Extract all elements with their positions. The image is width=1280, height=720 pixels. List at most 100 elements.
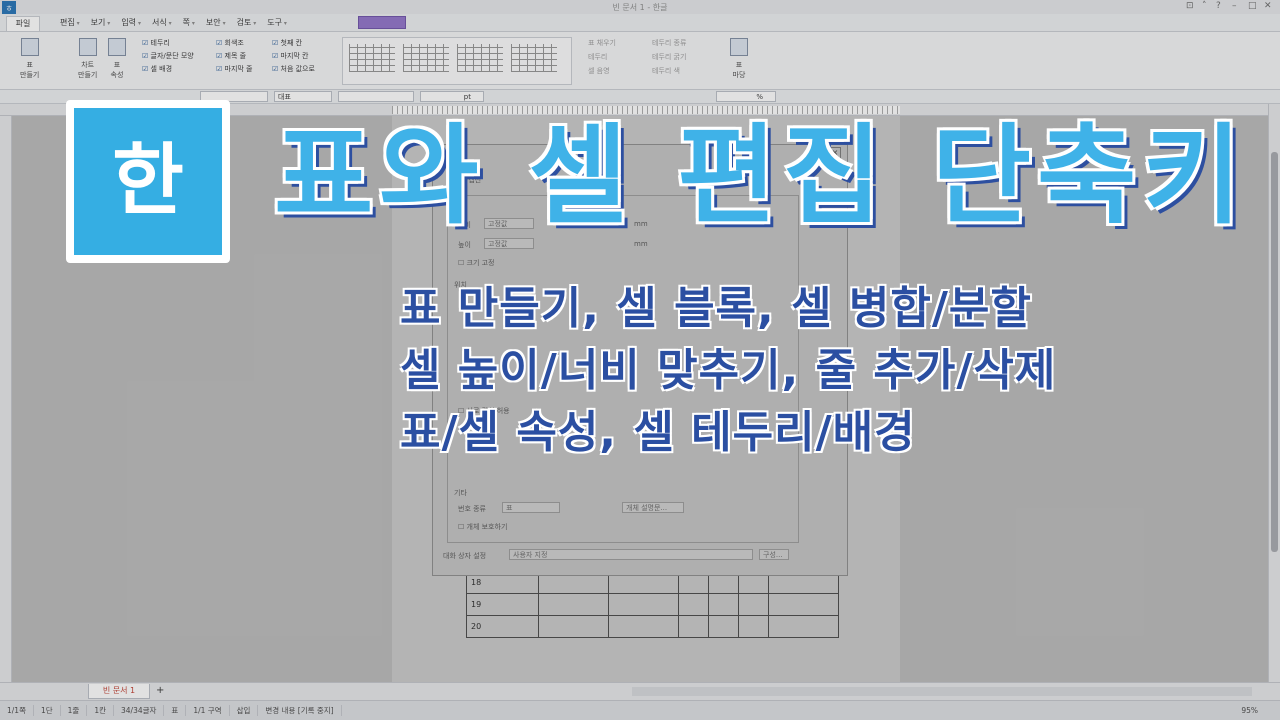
dialog-setting-label: 대화 상자 설정 [443, 552, 487, 560]
menu-items: 편집 보기 입력 서식 쪽 보안 검토 도구 [60, 17, 287, 28]
menu-page[interactable]: 쪽 [183, 17, 195, 28]
protect-object-checkbox[interactable]: 개체 보호하기 [458, 522, 508, 532]
border-button[interactable]: 테두리 [588, 52, 616, 62]
table-wizard-icon [730, 38, 748, 56]
table-context-tab[interactable] [358, 16, 406, 29]
size-fixed-checkbox[interactable]: 크기 고정 [458, 258, 495, 268]
number-type-label: 번호 종류 [458, 505, 486, 513]
window-title: 빈 문서 1 - 한글 [612, 3, 668, 12]
font-size-field[interactable]: pt [420, 91, 484, 102]
document-tab-bar: 빈 문서 1 + [0, 682, 1280, 700]
menu-insert[interactable]: 입력 [121, 17, 141, 28]
reset-style[interactable]: 처음 값으로 [272, 64, 315, 74]
menu-edit[interactable]: 편집 [60, 17, 80, 28]
table-styles-gallery[interactable] [342, 37, 572, 85]
table-row: 19 [466, 593, 839, 616]
status-insert[interactable]: 삽입 [230, 705, 259, 716]
menu-bar: 파일 편집 보기 입력 서식 쪽 보안 검토 도구 [0, 14, 1280, 32]
help-icon[interactable]: ? [1216, 1, 1221, 11]
check-cell-bg[interactable]: 셀 배경 [142, 64, 194, 74]
chart-icon [78, 38, 97, 56]
menu-security[interactable]: 보안 [206, 17, 226, 28]
menu-review[interactable]: 검토 [237, 17, 257, 28]
chart-button[interactable]: 차트 만들기 [78, 38, 97, 80]
zoom-level[interactable]: 95% [1241, 706, 1258, 715]
zoom-field[interactable]: % [716, 91, 776, 102]
status-cell: 1칸 [87, 705, 114, 716]
border-color-button[interactable]: 테두리 색 [652, 66, 686, 76]
table-cell[interactable] [738, 593, 769, 616]
document-tab[interactable]: 빈 문서 1 [88, 684, 150, 699]
check-grayscale[interactable]: 회색조 [216, 38, 253, 48]
table-style-thumb[interactable] [403, 44, 449, 72]
status-section: 1/1 구역 [186, 705, 230, 716]
table-wizard-button[interactable]: 표 마당 [730, 38, 748, 80]
style-name-select[interactable]: 대표 [274, 91, 332, 102]
add-tab-icon[interactable]: + [156, 685, 164, 696]
menu-file[interactable]: 파일 [6, 16, 40, 31]
number-type-select[interactable]: 표 [502, 502, 560, 513]
make-table-button[interactable]: 표 만들기 [20, 38, 39, 80]
dialog-setting-select[interactable]: 사용자 지정 [509, 549, 753, 560]
check-last-row[interactable]: 마지막 줄 [216, 64, 253, 74]
table-cell[interactable] [708, 593, 739, 616]
hancom-logo-icon: 한 [74, 108, 222, 255]
status-column: 1단 [34, 705, 61, 716]
status-page: 1/1쪽 [0, 705, 34, 716]
table-props-icon [108, 38, 126, 56]
close-icon[interactable]: ✕ [1264, 1, 1272, 11]
table-cell[interactable] [678, 615, 709, 638]
check-char-shape[interactable]: 글자/문단 모양 [142, 51, 194, 61]
horizontal-scrollbar[interactable] [632, 687, 1252, 696]
table-style-thumb[interactable] [457, 44, 503, 72]
table-cell[interactable] [538, 593, 609, 616]
check-last-col[interactable]: 마지막 칸 [272, 51, 315, 61]
fill-table-button[interactable]: 표 채우기 [588, 38, 616, 48]
border-width-button[interactable]: 테두리 굵기 [652, 52, 686, 62]
check-first-col[interactable]: 첫째 칸 [272, 38, 315, 48]
checks-group-a: 테두리 글자/문단 모양 셀 배경 [142, 38, 194, 74]
overlay-subtitle-line: 표/셀 속성, 셀 테두리/배경 [400, 407, 916, 458]
cell-shade-button[interactable]: 셀 음영 [588, 66, 616, 76]
border-type-button[interactable]: 테두리 종류 [652, 38, 686, 48]
table-cell[interactable] [538, 615, 609, 638]
chevron-up-icon[interactable]: ˄ [1202, 1, 1207, 11]
table-cell[interactable] [738, 615, 769, 638]
vertical-scrollbar[interactable] [1268, 104, 1280, 684]
check-title-row[interactable]: 제목 줄 [216, 51, 253, 61]
menu-tools[interactable]: 도구 [267, 17, 287, 28]
minimize-icon[interactable]: – [1232, 1, 1237, 11]
status-line: 1줄 [61, 705, 88, 716]
overlay-subtitle-line: 셀 높이/너비 맞추기, 줄 추가/삭제 [400, 345, 1057, 396]
checks-group-c: 첫째 칸 마지막 칸 처음 값으로 [272, 38, 315, 74]
table-cell[interactable]: 20 [466, 615, 539, 638]
table-cell[interactable] [678, 593, 709, 616]
font-select[interactable] [338, 91, 414, 102]
scroll-thumb[interactable] [1271, 152, 1278, 552]
title-bar: ㅎ 빈 문서 1 - 한글 ⊡ ˄ ? – □ ✕ [0, 0, 1280, 17]
table-cell[interactable] [768, 593, 839, 616]
table-props-button[interactable]: 표 속성 [108, 38, 126, 80]
table-cell[interactable] [608, 593, 679, 616]
configure-button[interactable]: 구성... [759, 549, 789, 560]
check-border[interactable]: 테두리 [142, 38, 194, 48]
status-chars: 34/34글자 [114, 705, 165, 716]
table-style-thumb[interactable] [511, 44, 557, 72]
overlay-title: 표와 셀 편집 단축키 [274, 114, 1248, 239]
table-style-thumb[interactable] [349, 44, 395, 72]
table-cell[interactable] [708, 615, 739, 638]
document-table[interactable]: 18 19 20 [466, 571, 839, 638]
etc-section-label: 기타 [454, 489, 467, 497]
menu-view[interactable]: 보기 [91, 17, 111, 28]
restore-icon[interactable]: ⊡ [1186, 1, 1194, 11]
table-cell[interactable] [608, 615, 679, 638]
ribbon-border-group: 테두리 종류 테두리 굵기 테두리 색 [652, 38, 686, 76]
maximize-icon[interactable]: □ [1248, 1, 1257, 11]
table-icon [20, 38, 39, 56]
menu-format[interactable]: 서식 [152, 17, 172, 28]
object-desc-button[interactable]: 개체 설명문... [622, 502, 684, 513]
ribbon-cell-group: 표 채우기 테두리 셀 음영 [588, 38, 616, 76]
status-track-changes[interactable]: 변경 내용 [기록 중지] [258, 705, 342, 716]
table-cell[interactable]: 19 [466, 593, 539, 616]
table-cell[interactable] [768, 615, 839, 638]
